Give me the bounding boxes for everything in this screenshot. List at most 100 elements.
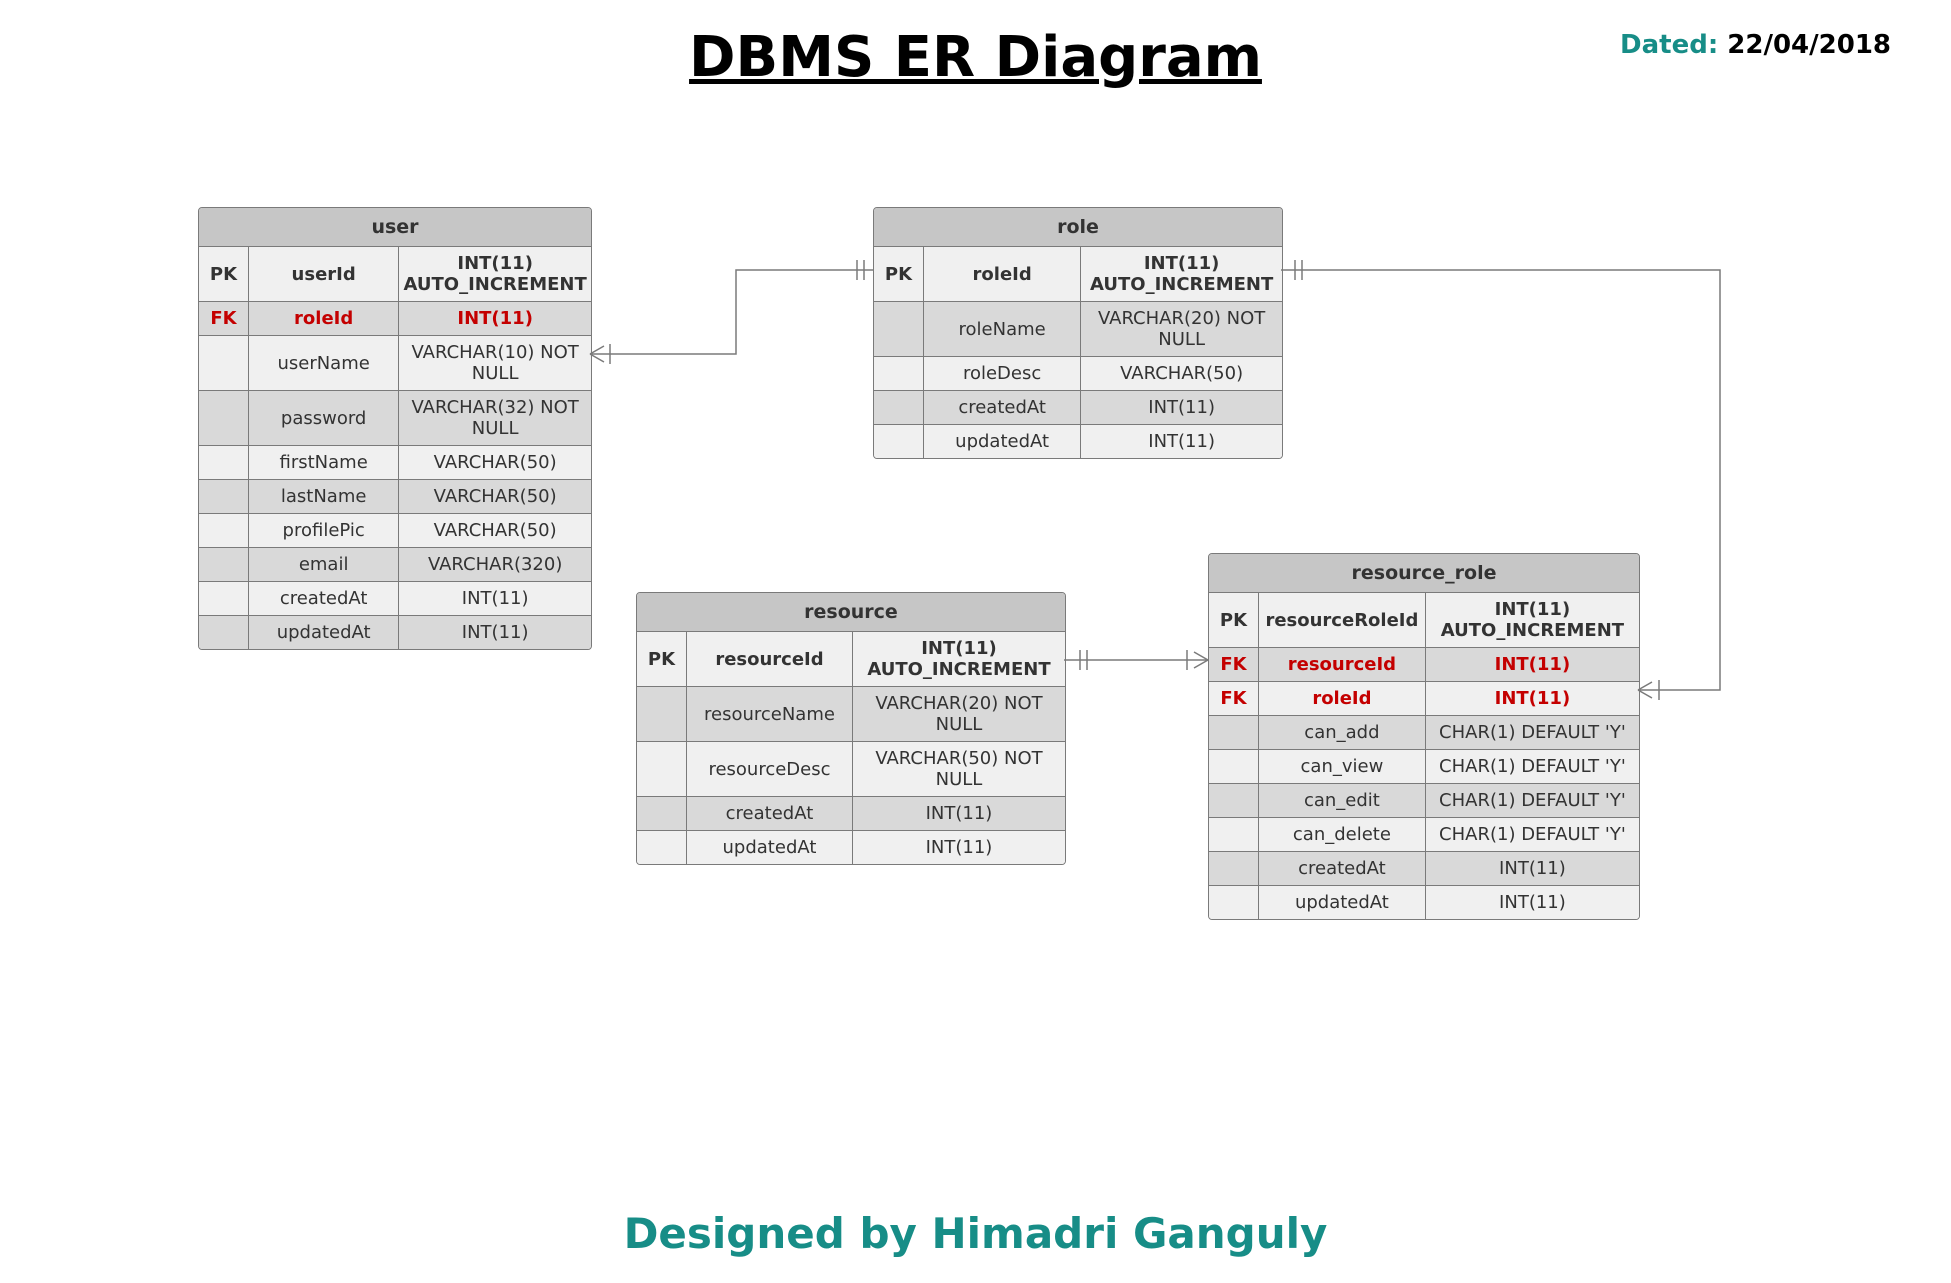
- column-name-cell: createdAt: [924, 391, 1081, 424]
- table-row: firstNameVARCHAR(50): [199, 446, 591, 480]
- key-cell: [199, 446, 249, 479]
- table-row: emailVARCHAR(320): [199, 548, 591, 582]
- column-name-cell: lastName: [249, 480, 399, 513]
- key-cell: FK: [199, 302, 249, 335]
- table-row: can_viewCHAR(1) DEFAULT 'Y': [1209, 750, 1639, 784]
- column-name-cell: resourceId: [687, 632, 853, 686]
- key-cell: FK: [1209, 648, 1259, 681]
- column-name-cell: can_view: [1259, 750, 1426, 783]
- table-row: profilePicVARCHAR(50): [199, 514, 591, 548]
- column-type-cell: VARCHAR(50) NOT NULL: [853, 742, 1065, 796]
- key-cell: [1209, 886, 1259, 919]
- table-row: can_addCHAR(1) DEFAULT 'Y': [1209, 716, 1639, 750]
- column-name-cell: resourceRoleId: [1259, 593, 1426, 647]
- column-type-cell: INT(11): [1081, 391, 1282, 424]
- entity-header: role: [874, 208, 1282, 247]
- column-type-cell: VARCHAR(50): [1081, 357, 1282, 390]
- key-cell: [199, 616, 249, 649]
- key-cell: [199, 480, 249, 513]
- dated-label: Dated: [1620, 30, 1708, 60]
- footer-credit: Designed by Himadri Ganguly: [0, 1209, 1951, 1258]
- key-cell: [199, 391, 249, 445]
- table-row: createdAtINT(11): [637, 797, 1065, 831]
- table-row: can_deleteCHAR(1) DEFAULT 'Y': [1209, 818, 1639, 852]
- table-row: PKresourceRoleIdINT(11) AUTO_INCREMENT: [1209, 593, 1639, 648]
- key-cell: PK: [199, 247, 249, 301]
- column-name-cell: createdAt: [249, 582, 399, 615]
- column-type-cell: VARCHAR(20) NOT NULL: [853, 687, 1065, 741]
- entity-header: resource_role: [1209, 554, 1639, 593]
- key-cell: [874, 391, 924, 424]
- table-row: FKroleIdINT(11): [199, 302, 591, 336]
- column-type-cell: VARCHAR(32) NOT NULL: [399, 391, 591, 445]
- column-name-cell: createdAt: [1259, 852, 1426, 885]
- column-type-cell: INT(11): [399, 582, 591, 615]
- key-cell: [199, 514, 249, 547]
- table-row: resourceNameVARCHAR(20) NOT NULL: [637, 687, 1065, 742]
- column-type-cell: VARCHAR(10) NOT NULL: [399, 336, 591, 390]
- entity-role: rolePKroleIdINT(11) AUTO_INCREMENTroleNa…: [873, 207, 1283, 459]
- dated-block: Dated: 22/04/2018: [1620, 30, 1891, 60]
- table-row: PKuserIdINT(11) AUTO_INCREMENT: [199, 247, 591, 302]
- table-row: roleNameVARCHAR(20) NOT NULL: [874, 302, 1282, 357]
- column-type-cell: INT(11) AUTO_INCREMENT: [399, 247, 591, 301]
- column-type-cell: INT(11): [1426, 886, 1639, 919]
- rel-user-role: [590, 260, 873, 364]
- column-name-cell: roleDesc: [924, 357, 1081, 390]
- column-name-cell: profilePic: [249, 514, 399, 547]
- key-cell: [199, 582, 249, 615]
- key-cell: PK: [874, 247, 924, 301]
- column-name-cell: updatedAt: [249, 616, 399, 649]
- key-cell: [1209, 818, 1259, 851]
- column-name-cell: userName: [249, 336, 399, 390]
- key-cell: [637, 687, 687, 741]
- column-name-cell: can_add: [1259, 716, 1426, 749]
- key-cell: [637, 797, 687, 830]
- column-type-cell: INT(11) AUTO_INCREMENT: [1426, 593, 1639, 647]
- column-type-cell: VARCHAR(20) NOT NULL: [1081, 302, 1282, 356]
- table-row: PKresourceIdINT(11) AUTO_INCREMENT: [637, 632, 1065, 687]
- column-name-cell: resourceDesc: [687, 742, 853, 796]
- column-type-cell: CHAR(1) DEFAULT 'Y': [1426, 784, 1639, 817]
- column-name-cell: updatedAt: [687, 831, 853, 864]
- column-name-cell: roleId: [924, 247, 1081, 301]
- column-type-cell: INT(11): [1081, 425, 1282, 458]
- table-row: userNameVARCHAR(10) NOT NULL: [199, 336, 591, 391]
- column-name-cell: updatedAt: [1259, 886, 1426, 919]
- key-cell: PK: [1209, 593, 1259, 647]
- column-name-cell: resourceName: [687, 687, 853, 741]
- table-row: FKroleIdINT(11): [1209, 682, 1639, 716]
- column-type-cell: INT(11): [1426, 648, 1639, 681]
- entity-resource-role: resource_rolePKresourceRoleIdINT(11) AUT…: [1208, 553, 1640, 920]
- column-type-cell: INT(11): [1426, 852, 1639, 885]
- column-name-cell: resourceId: [1259, 648, 1426, 681]
- column-type-cell: VARCHAR(50): [399, 446, 591, 479]
- table-row: updatedAtINT(11): [1209, 886, 1639, 919]
- column-type-cell: CHAR(1) DEFAULT 'Y': [1426, 818, 1639, 851]
- table-row: PKroleIdINT(11) AUTO_INCREMENT: [874, 247, 1282, 302]
- column-name-cell: roleName: [924, 302, 1081, 356]
- key-cell: [874, 302, 924, 356]
- column-name-cell: email: [249, 548, 399, 581]
- table-row: updatedAtINT(11): [637, 831, 1065, 864]
- dated-value: 22/04/2018: [1727, 30, 1891, 60]
- column-type-cell: INT(11): [399, 302, 591, 335]
- key-cell: [199, 336, 249, 390]
- column-type-cell: CHAR(1) DEFAULT 'Y': [1426, 750, 1639, 783]
- table-row: passwordVARCHAR(32) NOT NULL: [199, 391, 591, 446]
- column-type-cell: INT(11): [399, 616, 591, 649]
- key-cell: PK: [637, 632, 687, 686]
- rel-resource-resourcerole: [1064, 650, 1208, 670]
- column-type-cell: INT(11): [1426, 682, 1639, 715]
- key-cell: [1209, 784, 1259, 817]
- column-type-cell: INT(11): [853, 797, 1065, 830]
- column-type-cell: VARCHAR(320): [399, 548, 591, 581]
- table-row: updatedAtINT(11): [199, 616, 591, 649]
- table-row: resourceDescVARCHAR(50) NOT NULL: [637, 742, 1065, 797]
- column-type-cell: VARCHAR(50): [399, 480, 591, 513]
- column-name-cell: firstName: [249, 446, 399, 479]
- entity-header: resource: [637, 593, 1065, 632]
- key-cell: [199, 548, 249, 581]
- column-type-cell: CHAR(1) DEFAULT 'Y': [1426, 716, 1639, 749]
- key-cell: FK: [1209, 682, 1259, 715]
